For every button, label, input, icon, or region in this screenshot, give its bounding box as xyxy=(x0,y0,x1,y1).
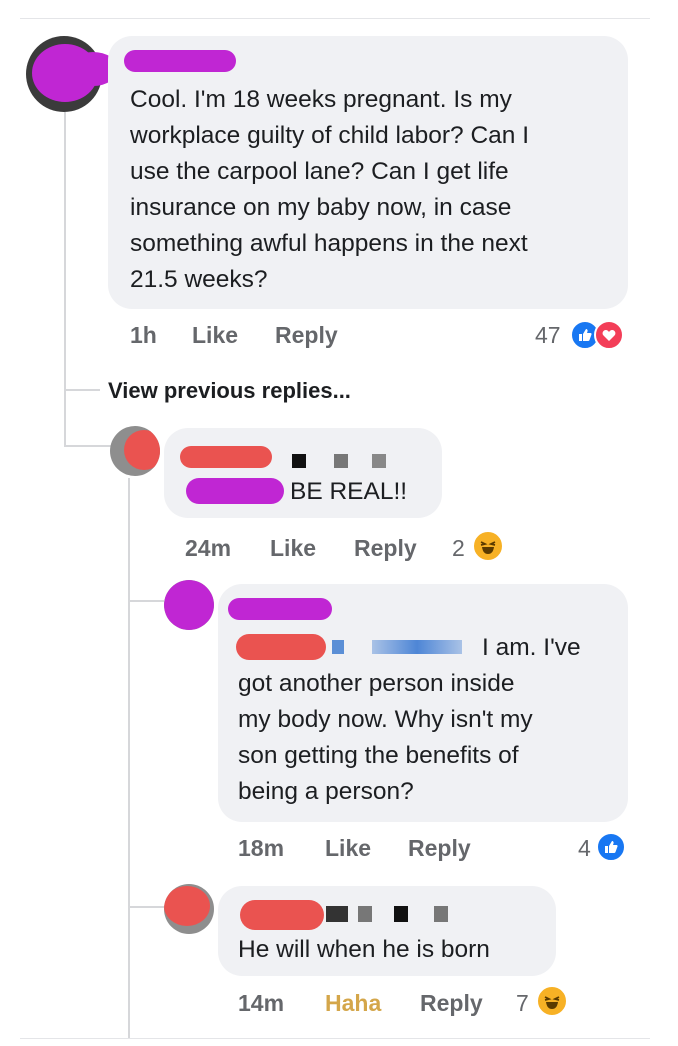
reply-timestamp[interactable]: 18m xyxy=(238,835,284,862)
haha-icon[interactable] xyxy=(472,530,504,562)
top-divider xyxy=(20,18,650,19)
thread-branch-reply1 xyxy=(64,445,112,447)
like-button[interactable]: Like xyxy=(192,322,238,349)
reaction-count[interactable]: 4 xyxy=(578,835,591,862)
comment-text-line: something awful happens in the next xyxy=(130,230,528,257)
redaction-mark xyxy=(434,906,448,922)
thread-branch-reply2 xyxy=(128,600,164,602)
redaction-mark xyxy=(164,886,210,926)
thread-branch-reply3 xyxy=(128,906,164,908)
redaction-mark xyxy=(394,906,408,922)
like-button[interactable]: Like xyxy=(270,535,316,562)
redaction-mark xyxy=(358,906,372,922)
author-name-redacted[interactable] xyxy=(124,50,236,72)
reaction-count[interactable]: 2 xyxy=(452,535,465,562)
love-icon[interactable] xyxy=(594,320,624,350)
reply-bubble: He will when he is born xyxy=(218,886,556,976)
reply-button[interactable]: Reply xyxy=(354,535,417,562)
thread-branch-view-prev xyxy=(64,389,100,391)
comment-text-line: insurance on my baby now, in case xyxy=(130,194,512,221)
like-button[interactable]: Like xyxy=(325,835,371,862)
redaction-mark xyxy=(372,454,386,468)
reply-text-line: I am. I've xyxy=(482,634,581,661)
comment-text-line: Cool. I'm 18 weeks pregnant. Is my xyxy=(130,86,512,113)
redaction-mark xyxy=(372,640,462,654)
redaction-mark xyxy=(292,454,306,468)
reply-text-line: my body now. Why isn't my xyxy=(238,706,533,733)
author-name-redacted[interactable] xyxy=(228,598,332,620)
reply-button[interactable]: Reply xyxy=(408,835,471,862)
redaction-mark xyxy=(124,430,160,470)
bottom-divider xyxy=(20,1038,650,1039)
reply-text-line: got another person inside xyxy=(238,670,515,697)
haha-button[interactable]: Haha xyxy=(325,990,381,1017)
redaction-mark xyxy=(326,906,348,922)
author-name-redacted[interactable] xyxy=(240,900,324,930)
redaction-mark xyxy=(332,640,344,654)
avatar[interactable] xyxy=(164,580,214,630)
reaction-count[interactable]: 7 xyxy=(516,990,529,1017)
reply-text-line: son getting the benefits of xyxy=(238,742,519,769)
avatar[interactable] xyxy=(110,426,160,476)
reply-button[interactable]: Reply xyxy=(275,322,338,349)
redaction-mark xyxy=(334,454,348,468)
comment-text-line: workplace guilty of child labor? Can I xyxy=(130,122,530,149)
comment-timestamp[interactable]: 1h xyxy=(130,322,157,349)
reply-timestamp[interactable]: 14m xyxy=(238,990,284,1017)
view-previous-replies-link[interactable]: View previous replies... xyxy=(108,378,351,404)
comment-bubble: Cool. I'm 18 weeks pregnant. Is my workp… xyxy=(108,36,628,309)
reply-bubble: I am. I've got another person inside my … xyxy=(218,584,628,822)
reply-text-line: being a person? xyxy=(238,778,414,805)
like-icon[interactable] xyxy=(596,832,626,862)
reply-text-line: BE REAL!! xyxy=(290,478,408,505)
reaction-count[interactable]: 47 xyxy=(535,322,561,349)
thread-line-main xyxy=(64,112,66,447)
haha-icon[interactable] xyxy=(536,985,568,1017)
comment-text-line: use the carpool lane? Can I get life xyxy=(130,158,509,185)
redaction-mark xyxy=(236,634,326,660)
redaction-mark xyxy=(164,580,214,630)
reply-text-line: He will when he is born xyxy=(238,936,490,963)
redaction-mark xyxy=(186,478,284,504)
reply-timestamp[interactable]: 24m xyxy=(185,535,231,562)
reply-button[interactable]: Reply xyxy=(420,990,483,1017)
comment-text-line: 21.5 weeks? xyxy=(130,266,268,293)
author-name-redacted[interactable] xyxy=(180,446,272,468)
thread-line-sub xyxy=(128,478,130,1038)
reply-bubble: BE REAL!! xyxy=(164,428,442,518)
avatar[interactable] xyxy=(164,884,214,934)
